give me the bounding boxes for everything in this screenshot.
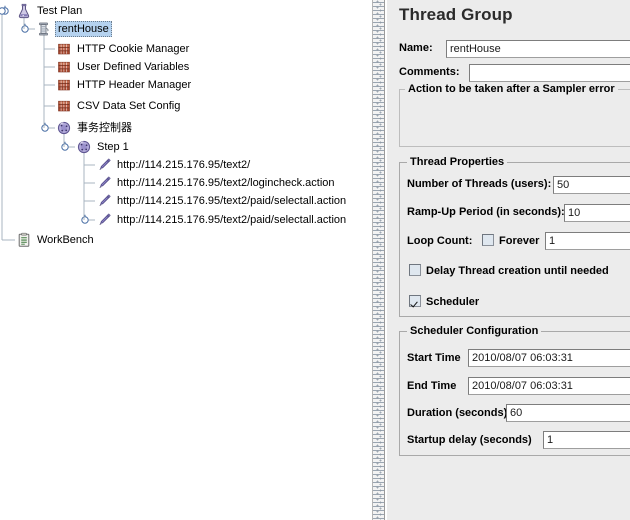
name-input[interactable]: rentHouse <box>446 40 630 58</box>
tree-node-sampler-logincheck-label: http://114.215.176.95/text2/logincheck.a… <box>117 177 335 189</box>
workbench-clipboard-icon <box>16 232 32 248</box>
tree-node-transaction-controller-label: 事务控制器 <box>77 122 132 134</box>
thread-properties-title: Thread Properties <box>407 156 508 168</box>
tree-node-test-plan[interactable]: Test Plan <box>16 2 84 20</box>
config-element-icon <box>56 41 72 57</box>
comments-label: Comments: <box>399 66 460 78</box>
test-plan-tree[interactable]: Test Plan rentHouse HTTP Cookie Manager … <box>0 0 372 520</box>
comments-row: Comments: <box>399 66 460 78</box>
delay-thread-creation-checkbox[interactable] <box>409 264 421 276</box>
name-row: Name: <box>399 42 433 54</box>
thread-group-spool-icon <box>36 21 52 37</box>
number-of-threads-input[interactable]: 50 <box>553 176 630 194</box>
tree-node-sampler-logincheck[interactable]: http://114.215.176.95/text2/logincheck.a… <box>96 174 337 192</box>
start-time-label: Start Time <box>407 352 461 364</box>
tree-node-http-cookie-manager[interactable]: HTTP Cookie Manager <box>56 40 191 58</box>
http-sampler-pen-icon <box>96 157 112 173</box>
tree-node-http-cookie-manager-label: HTTP Cookie Manager <box>77 43 190 55</box>
number-of-threads-label: Number of Threads (users): <box>407 178 552 190</box>
splitter-grip-icon <box>376 0 382 520</box>
loop-forever-checkbox[interactable] <box>482 234 494 246</box>
end-time-label: End Time <box>407 380 457 392</box>
tree-node-csv-data-set-config-label: CSV Data Set Config <box>77 100 181 112</box>
tree-node-sampler-root[interactable]: http://114.215.176.95/text2/ <box>96 156 252 174</box>
tree-node-test-plan-label: Test Plan <box>37 5 83 17</box>
tree-node-rent-house[interactable]: rentHouse <box>36 20 112 38</box>
http-sampler-pen-icon <box>96 193 112 209</box>
test-plan-flask-icon <box>16 3 32 19</box>
tree-node-sampler-root-label: http://114.215.176.95/text2/ <box>117 159 251 171</box>
delay-thread-creation-label: Delay Thread creation until needed <box>426 265 609 277</box>
tree-node-transaction-controller[interactable]: 事务控制器 <box>56 119 134 137</box>
panel-splitter[interactable] <box>372 0 385 520</box>
page-title: Thread Group <box>399 5 513 24</box>
config-element-icon <box>56 59 72 75</box>
tree-node-workbench-label: WorkBench <box>37 234 94 246</box>
ramp-up-period-label: Ramp-Up Period (in seconds): <box>407 206 565 218</box>
loop-count-input[interactable]: 1 <box>545 232 630 250</box>
loop-forever-label: Forever <box>499 235 540 247</box>
tree-node-user-defined-variables-label: User Defined Variables <box>77 61 190 73</box>
tree-node-workbench[interactable]: WorkBench <box>16 231 96 249</box>
config-element-icon <box>56 77 72 93</box>
duration-input[interactable]: 60 <box>506 404 630 422</box>
comments-input[interactable] <box>469 64 630 82</box>
loop-count-label: Loop Count: <box>407 235 473 247</box>
scheduler-checkbox[interactable] <box>409 295 421 307</box>
tree-node-rent-house-label: rentHouse <box>55 21 112 37</box>
http-sampler-pen-icon <box>96 212 112 228</box>
thread-group-properties: Thread Group Name: rentHouse Comments: A… <box>386 0 630 520</box>
startup-delay-input[interactable]: 1 <box>543 431 630 449</box>
jmeter-window: Test Plan rentHouse HTTP Cookie Manager … <box>0 0 630 520</box>
duration-label: Duration (seconds) <box>407 407 508 419</box>
tree-node-http-header-manager[interactable]: HTTP Header Manager <box>56 76 193 94</box>
sampler-error-groupbox: Action to be taken after a Sampler error <box>399 83 630 147</box>
tree-node-step-1-label: Step 1 <box>97 141 129 153</box>
sampler-error-title: Action to be taken after a Sampler error <box>405 83 618 95</box>
tree-node-user-defined-variables[interactable]: User Defined Variables <box>56 58 191 76</box>
tree-node-sampler-selectall-2-label: http://114.215.176.95/text2/paid/selecta… <box>117 214 347 226</box>
name-label: Name: <box>399 42 433 54</box>
transaction-controller-icon <box>76 139 92 155</box>
tree-node-sampler-selectall-1-label: http://114.215.176.95/text2/paid/selecta… <box>117 195 347 207</box>
startup-delay-label: Startup delay (seconds) <box>407 434 532 446</box>
start-time-input[interactable]: 2010/08/07 06:03:31 <box>468 349 630 367</box>
tree-node-csv-data-set-config[interactable]: CSV Data Set Config <box>56 97 182 115</box>
scheduler-configuration-title: Scheduler Configuration <box>407 325 542 337</box>
end-time-input[interactable]: 2010/08/07 06:03:31 <box>468 377 630 395</box>
tree-node-sampler-selectall-1[interactable]: http://114.215.176.95/text2/paid/selecta… <box>96 192 348 210</box>
ramp-up-period-input[interactable]: 10 <box>564 204 630 222</box>
scheduler-label: Scheduler <box>426 296 480 308</box>
http-sampler-pen-icon <box>96 175 112 191</box>
transaction-controller-icon <box>56 120 72 136</box>
tree-node-step-1[interactable]: Step 1 <box>76 138 131 156</box>
tree-node-http-header-manager-label: HTTP Header Manager <box>77 79 192 91</box>
config-element-icon <box>56 98 72 114</box>
tree-node-sampler-selectall-2[interactable]: http://114.215.176.95/text2/paid/selecta… <box>96 211 348 229</box>
